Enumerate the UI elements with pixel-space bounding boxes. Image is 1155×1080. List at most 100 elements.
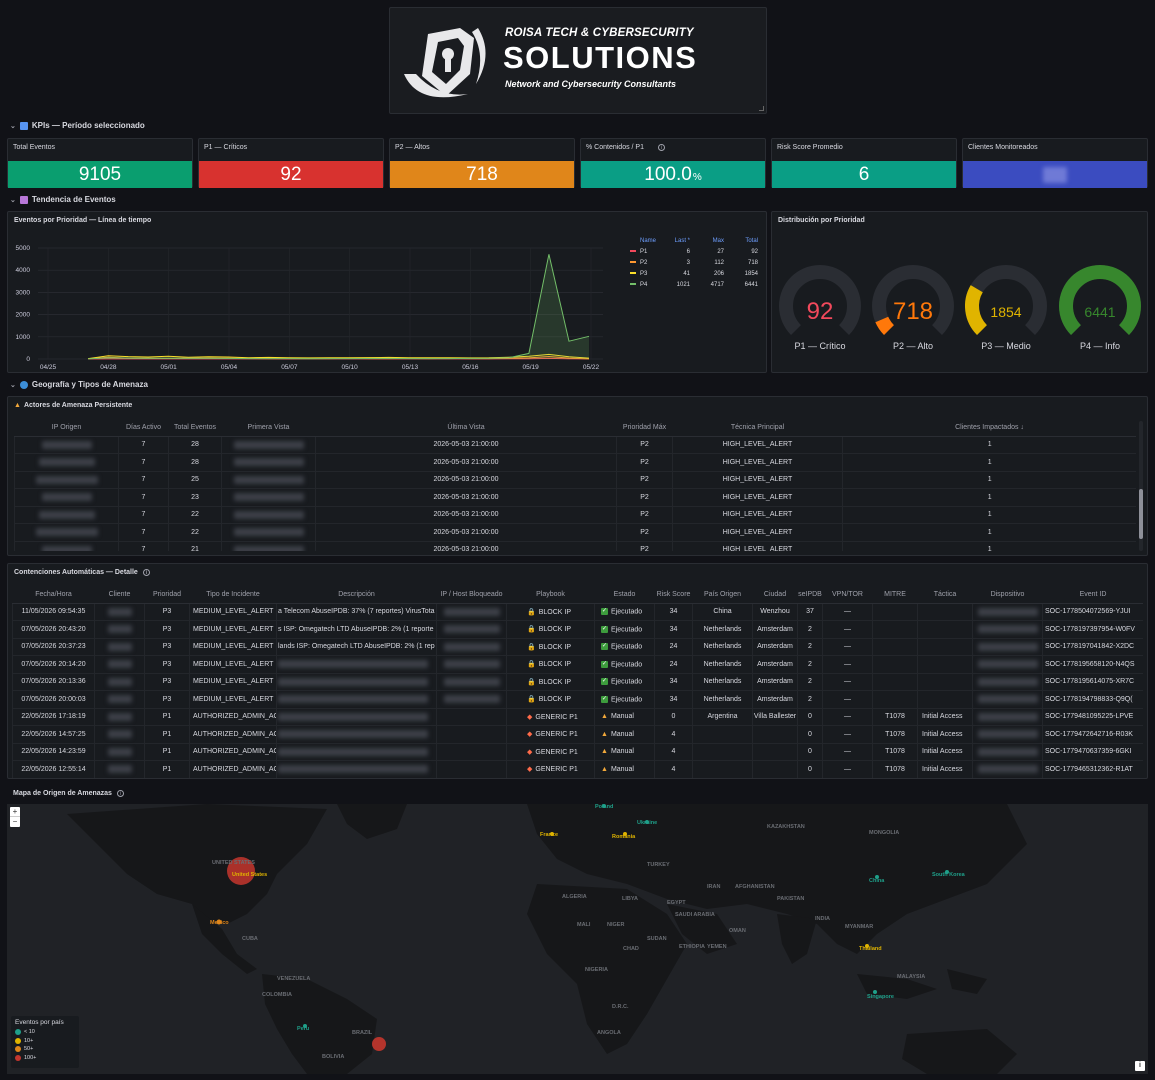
contentions-col-header[interactable]: Risk Score xyxy=(654,586,693,604)
dias-activo-cell: 7 xyxy=(118,488,169,507)
contentions-col-header[interactable]: seIPDB xyxy=(797,586,823,604)
table-row[interactable]: 7 28 2026-05-03 21:00:00 P2 HIGH_LEVEL_ALERT… xyxy=(14,436,1136,454)
table-row[interactable]: 7 25 2026-05-03 21:00:00 P2 HIGH_LEVEL_ALERT… xyxy=(14,471,1136,489)
contentions-col-header[interactable]: Descripción xyxy=(276,586,437,604)
redacted-client xyxy=(107,677,132,686)
kpi-value xyxy=(963,161,1147,188)
y-tick-label: 4000 xyxy=(16,267,31,274)
map-label: MONGOLIA xyxy=(869,830,900,836)
table-row[interactable]: 7 23 2026-05-03 21:00:00 P2 HIGH_LEVEL_ALERT… xyxy=(14,488,1136,507)
legend-last: 6 xyxy=(686,248,690,255)
chart-icon xyxy=(19,121,28,130)
legend-header-total[interactable]: Total xyxy=(728,235,762,246)
legend-row-P3[interactable]: P3 41 206 1854 xyxy=(630,268,762,279)
legend-row-P2[interactable]: P2 3 112 718 xyxy=(630,257,762,268)
map-label: Poland xyxy=(595,804,614,810)
contentions-col-header[interactable]: Cliente xyxy=(94,586,145,604)
actors-col-header[interactable]: Última Vista xyxy=(315,419,617,437)
abuseipdb-cell: 2 xyxy=(797,655,823,674)
contentions-col-header[interactable]: Event ID xyxy=(1042,586,1143,604)
logo-line3: Network and Cybersecurity Consultants xyxy=(505,79,677,89)
table-row[interactable]: 22/05/2026 14:57:25 P1 AUTHORIZED_ADMIN_AC… xyxy=(12,725,1143,744)
pais-cell: China xyxy=(692,603,753,621)
check-icon: ✓ xyxy=(601,695,608,703)
actors-scrollbar[interactable] xyxy=(1139,421,1143,551)
map-info-button[interactable]: i xyxy=(1135,1061,1145,1071)
legend-row-P4[interactable]: P4 1021 4717 6441 xyxy=(630,279,762,290)
cliente-cell xyxy=(94,743,145,761)
contentions-col-header[interactable]: Estado xyxy=(594,586,655,604)
actors-col-header[interactable]: Total Eventos xyxy=(168,419,222,437)
map-legend-item: < 10 xyxy=(15,1028,75,1037)
estado-cell: ✓ Ejecutado xyxy=(594,673,655,691)
zoom-out-button[interactable]: − xyxy=(10,817,20,827)
table-row[interactable]: 7 28 2026-05-03 21:00:00 P2 HIGH_LEVEL_ALERT… xyxy=(14,453,1136,472)
resize-handle[interactable] xyxy=(759,106,764,111)
table-row[interactable]: 7 22 2026-05-03 21:00:00 P2 HIGH_LEVEL_ALERT… xyxy=(14,506,1136,524)
info-icon[interactable]: i xyxy=(116,790,124,797)
check-icon: ✓ xyxy=(601,643,608,651)
contentions-col-header[interactable]: VPN/TOR xyxy=(822,586,873,604)
descripcion-cell xyxy=(276,708,437,726)
legend-header-max[interactable]: Max xyxy=(694,235,728,246)
table-row[interactable]: 11/05/2026 09:54:35 P3 MEDIUM_LEVEL_ALERT a… xyxy=(12,603,1143,621)
actors-col-header[interactable]: Clientes Impactados ↓ xyxy=(842,419,1136,437)
tipo-cell: MEDIUM_LEVEL_ALERT xyxy=(189,638,277,656)
x-tick-label: 05/19 xyxy=(523,364,540,371)
actors-panel: ▲ Actores de Amenaza Persistente IP Orig… xyxy=(7,396,1148,556)
table-row[interactable]: 07/05/2026 20:13:36 P3 MEDIUM_LEVEL_ALERT 🔒… xyxy=(12,673,1143,691)
fecha-cell: 22/05/2026 14:23:59 xyxy=(12,743,95,761)
legend-last: 41 xyxy=(683,270,690,277)
actors-col-header[interactable]: Técnica Principal xyxy=(672,419,843,437)
y-tick-label: 5000 xyxy=(16,245,31,252)
info-icon[interactable]: i xyxy=(658,144,665,151)
actors-col-header[interactable]: IP Origen xyxy=(14,419,119,437)
table-row[interactable]: 22/05/2026 14:23:59 P1 AUTHORIZED_ADMIN_AC… xyxy=(12,743,1143,761)
event-id-cell: SOC-1778504072569-YJUI xyxy=(1042,603,1143,621)
legend-header-name[interactable]: Name xyxy=(630,235,660,246)
table-row[interactable]: 07/05/2026 20:43:20 P3 MEDIUM_LEVEL_ALERT s… xyxy=(12,620,1143,639)
ultima-vista-cell: 2026-05-03 21:00:00 xyxy=(315,488,617,507)
threat-map[interactable]: UNITED STATES United States Mexico BRAZIL Pe… xyxy=(7,804,1148,1074)
table-row[interactable]: 7 21 2026-05-03 21:00:00 P2 HIGH_LEVEL_ALERT… xyxy=(14,541,1136,551)
zoom-in-button[interactable]: + xyxy=(10,807,20,817)
contentions-col-header[interactable]: Prioridad xyxy=(144,586,190,604)
contentions-col-header[interactable]: Dispositivo xyxy=(972,586,1043,604)
table-row[interactable]: 22/05/2026 17:18:19 P1 AUTHORIZED_ADMIN_AC… xyxy=(12,708,1143,726)
actors-col-header[interactable]: Días Activo xyxy=(118,419,169,437)
actors-col-header[interactable]: Primera Vista xyxy=(221,419,316,437)
map-label: Romania xyxy=(612,834,636,840)
legend-total: 6441 xyxy=(744,281,758,288)
ip-host-cell xyxy=(436,603,507,621)
row-trend[interactable]: ⌄ Tendencia de Eventos xyxy=(10,195,116,204)
info-icon[interactable]: i xyxy=(142,569,150,576)
table-row[interactable]: 07/05/2026 20:00:03 P3 MEDIUM_LEVEL_ALERT 🔒… xyxy=(12,690,1143,709)
contentions-col-header[interactable]: Tipo de Incidente xyxy=(189,586,277,604)
table-row[interactable]: 07/05/2026 20:14:20 P3 MEDIUM_LEVEL_ALERT 🔒… xyxy=(12,655,1143,674)
actors-col-header[interactable]: Prioridad Máx xyxy=(616,419,673,437)
row-kpis[interactable]: ⌄ KPIs — Período seleccionado xyxy=(10,121,145,130)
ultima-vista-cell: 2026-05-03 21:00:00 xyxy=(315,453,617,472)
contentions-col-header[interactable]: IP / Host Bloqueado xyxy=(436,586,507,604)
contentions-col-header[interactable]: País Origen xyxy=(692,586,753,604)
fecha-cell: 07/05/2026 20:14:20 xyxy=(12,655,95,674)
descripcion-cell xyxy=(276,743,437,761)
contentions-col-header[interactable]: Táctica xyxy=(917,586,973,604)
kpi-value: 6 xyxy=(772,161,956,188)
ip-host-cell xyxy=(436,673,507,691)
redacted-ip xyxy=(38,458,95,467)
row-geo[interactable]: ⌄ Geografía y Tipos de Amenaza xyxy=(10,380,148,389)
ciudad-cell xyxy=(752,725,798,744)
contentions-col-header[interactable]: Ciudad xyxy=(752,586,798,604)
legend-header-last[interactable]: Last * xyxy=(660,235,694,246)
kpi-title: % Contenidos / P1 xyxy=(586,144,644,151)
contentions-col-header[interactable]: Fecha/Hora xyxy=(12,586,95,604)
mitre-cell: T1078 xyxy=(872,708,918,726)
table-row[interactable]: 22/05/2026 12:55:14 P1 AUTHORIZED_ADMIN_AC… xyxy=(12,760,1143,778)
contentions-col-header[interactable]: Playbook xyxy=(506,586,595,604)
table-row[interactable]: 07/05/2026 20:37:23 P3 MEDIUM_LEVEL_ALERT l… xyxy=(12,638,1143,656)
contentions-col-header[interactable]: MITRE xyxy=(872,586,918,604)
legend-row-P1[interactable]: P1 6 27 92 xyxy=(630,246,762,257)
fecha-cell: 22/05/2026 12:55:14 xyxy=(12,760,95,778)
table-row[interactable]: 7 22 2026-05-03 21:00:00 P2 HIGH_LEVEL_ALERT… xyxy=(14,523,1136,542)
